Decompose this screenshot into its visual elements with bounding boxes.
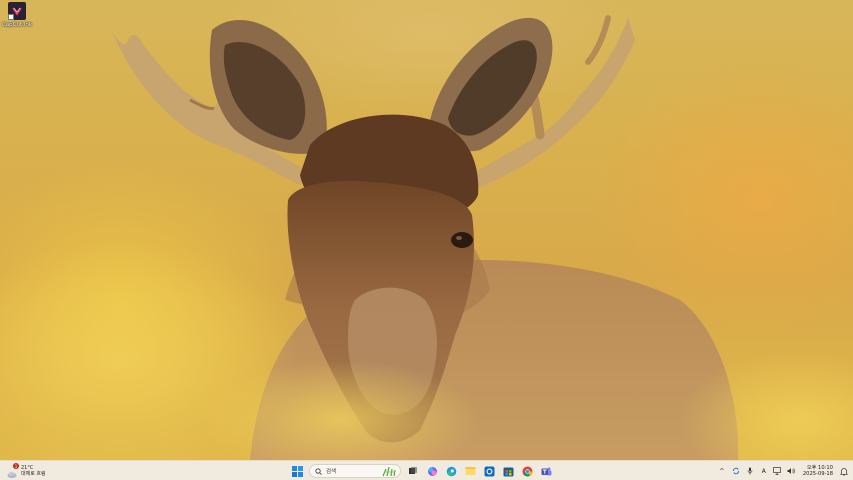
sync-icon (732, 467, 739, 475)
store-button[interactable] (501, 464, 515, 478)
weather-widget[interactable]: 1 21°C 대체로 흐림 (6, 463, 46, 479)
network-tray-button[interactable] (773, 465, 783, 477)
taskbar-search[interactable]: 검색 (309, 464, 401, 478)
search-placeholder: 검색 (326, 469, 337, 475)
edge-button[interactable] (444, 464, 458, 478)
teams-button[interactable] (539, 464, 553, 478)
chevron-up-icon: ^ (719, 467, 725, 475)
store-icon (503, 467, 513, 476)
system-tray: ^ A 오후 10:10 2025-09-18 (717, 463, 849, 479)
chrome-button[interactable] (520, 464, 534, 478)
volume-tray-button[interactable] (787, 465, 797, 477)
ime-indicator: A (761, 467, 766, 475)
taskbar-center: 검색 (290, 463, 553, 479)
weather-condition: 대체로 흐림 (21, 471, 46, 477)
task-view-button[interactable] (406, 464, 420, 478)
start-button[interactable] (290, 464, 304, 478)
copilot-icon (427, 466, 437, 476)
notification-badge: 1 (13, 463, 19, 469)
taskbar: 1 21°C 대체로 흐림 검색 ^ A 오후 10:10 2025-09-18 (0, 460, 853, 480)
copilot-button[interactable] (425, 464, 439, 478)
cloud-icon: 1 (6, 463, 19, 478)
shortcut-arrow-icon (8, 14, 14, 20)
file-explorer-button[interactable] (463, 464, 477, 478)
edge-icon (446, 466, 456, 476)
desktop-wallpaper (0, 0, 853, 460)
microphone-tray-button[interactable] (745, 465, 755, 477)
search-icon (315, 467, 322, 475)
desktop-icon-label: CapCut.lnk (1, 22, 33, 28)
volume-icon (787, 468, 796, 474)
sync-tray-button[interactable] (731, 465, 741, 477)
moose-illustration (0, 15, 853, 460)
teams-icon (541, 467, 551, 475)
outlook-icon (484, 466, 494, 476)
outlook-button[interactable] (482, 464, 496, 478)
desktop-shortcut-capcut[interactable]: CapCut.lnk (2, 2, 32, 36)
search-highlight-icon (382, 466, 396, 477)
task-view-icon (409, 467, 417, 474)
taskbar-clock[interactable]: 오후 10:10 2025-09-18 (803, 465, 833, 478)
network-icon (773, 467, 782, 475)
clock-date: 2025-09-18 (802, 471, 833, 477)
file-explorer-icon (465, 467, 475, 475)
bell-icon (840, 467, 848, 475)
app-shortcut-icon (8, 2, 26, 20)
notification-center-button[interactable] (839, 465, 849, 477)
input-method-button[interactable]: A (759, 465, 769, 477)
microphone-icon (747, 467, 753, 475)
chrome-icon (522, 466, 532, 476)
show-hidden-icons-button[interactable]: ^ (717, 465, 727, 477)
windows-icon (291, 465, 303, 477)
